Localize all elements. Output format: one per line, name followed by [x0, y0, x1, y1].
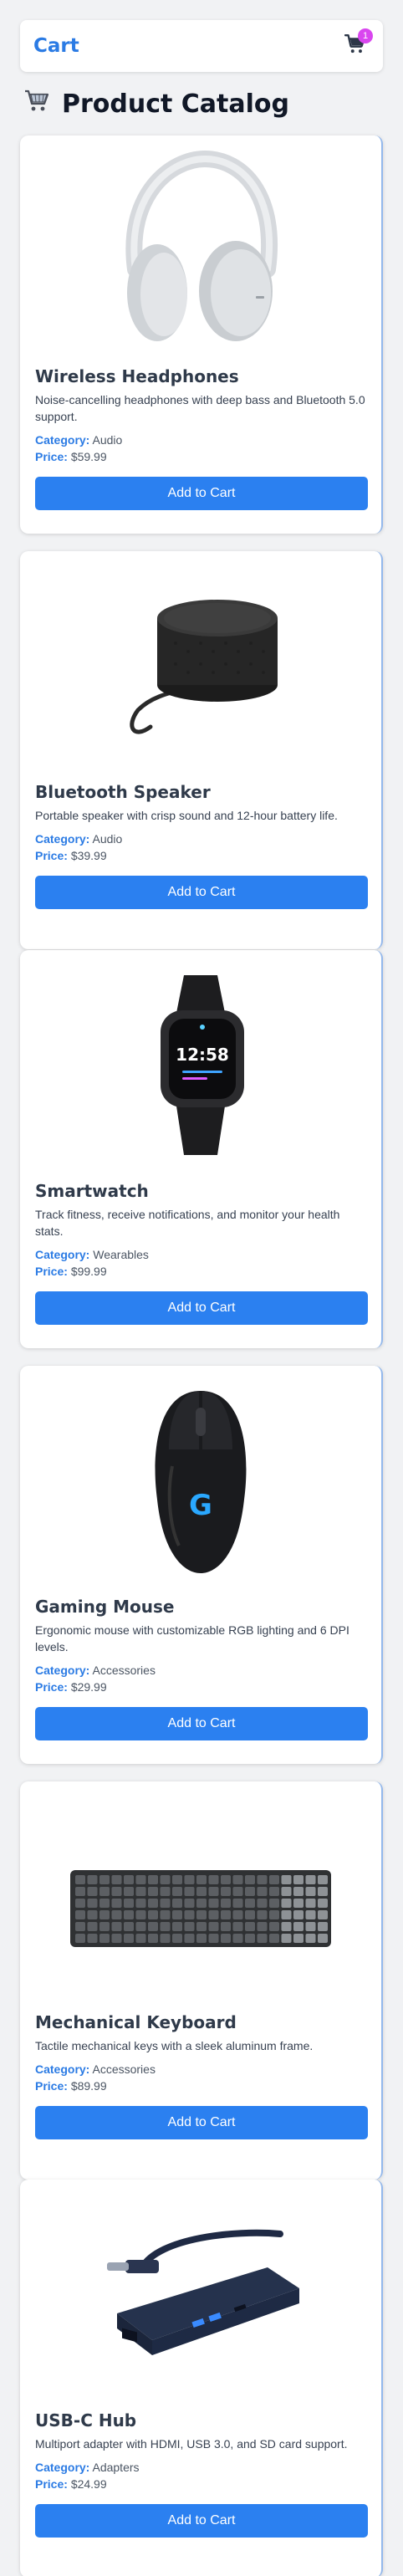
category-label: Category: — [35, 1248, 90, 1261]
add-to-cart-button[interactable]: Add to Cart — [35, 1291, 368, 1325]
product-price: Price: $29.99 — [35, 1680, 107, 1694]
product-card: Wireless Headphones Noise-cancelling hea… — [20, 135, 383, 534]
product-category: Category: Accessories — [35, 1664, 156, 1677]
category-label: Category: — [35, 433, 90, 447]
category-value: Wearables — [93, 1248, 149, 1261]
product-category: Category: Wearables — [35, 1248, 149, 1261]
usb-hub-image — [20, 2180, 381, 2405]
product-price: Price: $99.99 — [35, 1265, 107, 1278]
cart-title[interactable]: Cart — [33, 35, 79, 57]
product-description: Noise-cancelling headphones with deep ba… — [35, 393, 365, 423]
product-card: USB-C Hub Multiport adapter with HDMI, U… — [20, 2180, 383, 2576]
product-card: G Gaming Mouse Ergonomic mouse with cust… — [20, 1366, 383, 1764]
product-description: Multiport adapter with HDMI, USB 3.0, an… — [35, 2437, 348, 2451]
product-price: Price: $24.99 — [35, 2477, 107, 2491]
keyboard-image — [20, 1781, 381, 2007]
category-label: Category: — [35, 832, 90, 846]
category-value: Accessories — [92, 1664, 156, 1677]
top-header: Cart 1 — [20, 20, 383, 72]
product-name: Mechanical Keyboard — [35, 2012, 237, 2032]
price-value: $89.99 — [70, 2079, 107, 2093]
price-value: $24.99 — [70, 2477, 107, 2491]
price-label: Price: — [35, 2477, 68, 2491]
category-value: Audio — [92, 832, 123, 846]
cart-button[interactable]: 1 — [341, 28, 373, 60]
headphones-image — [20, 135, 381, 361]
product-name: Bluetooth Speaker — [35, 782, 211, 802]
category-value: Adapters — [92, 2461, 140, 2474]
product-description: Track fitness, receive notifications, an… — [35, 1208, 340, 1238]
price-label: Price: — [35, 450, 68, 463]
product-name: Gaming Mouse — [35, 1597, 175, 1617]
price-label: Price: — [35, 2079, 68, 2093]
price-value: $99.99 — [70, 1265, 107, 1278]
price-value: $59.99 — [70, 450, 107, 463]
add-to-cart-button[interactable]: Add to Cart — [35, 2106, 368, 2139]
smartwatch-image: 12:58 — [20, 950, 381, 1176]
add-to-cart-button[interactable]: Add to Cart — [35, 876, 368, 909]
product-description: Ergonomic mouse with customizable RGB li… — [35, 1623, 349, 1653]
mouse-image: G — [20, 1366, 381, 1592]
price-value: $29.99 — [70, 1680, 107, 1694]
product-name: Smartwatch — [35, 1181, 149, 1201]
price-label: Price: — [35, 849, 68, 862]
product-card: Mechanical Keyboard Tactile mechanical k… — [20, 1781, 383, 2180]
add-to-cart-button[interactable]: Add to Cart — [35, 1707, 368, 1740]
product-category: Category: Audio — [35, 433, 122, 447]
svg-text:G: G — [189, 1489, 212, 1522]
product-price: Price: $39.99 — [35, 849, 107, 862]
price-value: $39.99 — [70, 849, 107, 862]
product-category: Category: Adapters — [35, 2461, 140, 2474]
price-label: Price: — [35, 1680, 68, 1694]
category-value: Audio — [92, 433, 123, 447]
price-label: Price: — [35, 1265, 68, 1278]
product-card: Bluetooth Speaker Portable speaker with … — [20, 551, 383, 949]
product-category: Category: Audio — [35, 832, 122, 846]
product-description: Portable speaker with crisp sound and 12… — [35, 809, 338, 822]
page-title: Product Catalog — [62, 89, 290, 119]
product-description: Tactile mechanical keys with a sleek alu… — [35, 2039, 314, 2052]
product-category: Category: Accessories — [35, 2062, 156, 2076]
shopping-cart-icon — [23, 87, 50, 120]
add-to-cart-button[interactable]: Add to Cart — [35, 2504, 368, 2538]
product-name: Wireless Headphones — [35, 366, 239, 386]
add-to-cart-button[interactable]: Add to Cart — [35, 477, 368, 510]
category-value: Accessories — [92, 2062, 156, 2076]
cart-count-badge: 1 — [358, 28, 373, 43]
category-label: Category: — [35, 2062, 90, 2076]
speaker-image — [20, 551, 381, 777]
product-price: Price: $89.99 — [35, 2079, 107, 2093]
product-card: 12:58 Smartwatch Track fitness, receive … — [20, 950, 383, 1348]
category-label: Category: — [35, 2461, 90, 2474]
product-price: Price: $59.99 — [35, 450, 107, 463]
product-name: USB-C Hub — [35, 2410, 137, 2430]
category-label: Category: — [35, 1664, 90, 1677]
page-title-row: Product Catalog — [23, 87, 289, 120]
watch-time: 12:58 — [176, 1045, 229, 1065]
